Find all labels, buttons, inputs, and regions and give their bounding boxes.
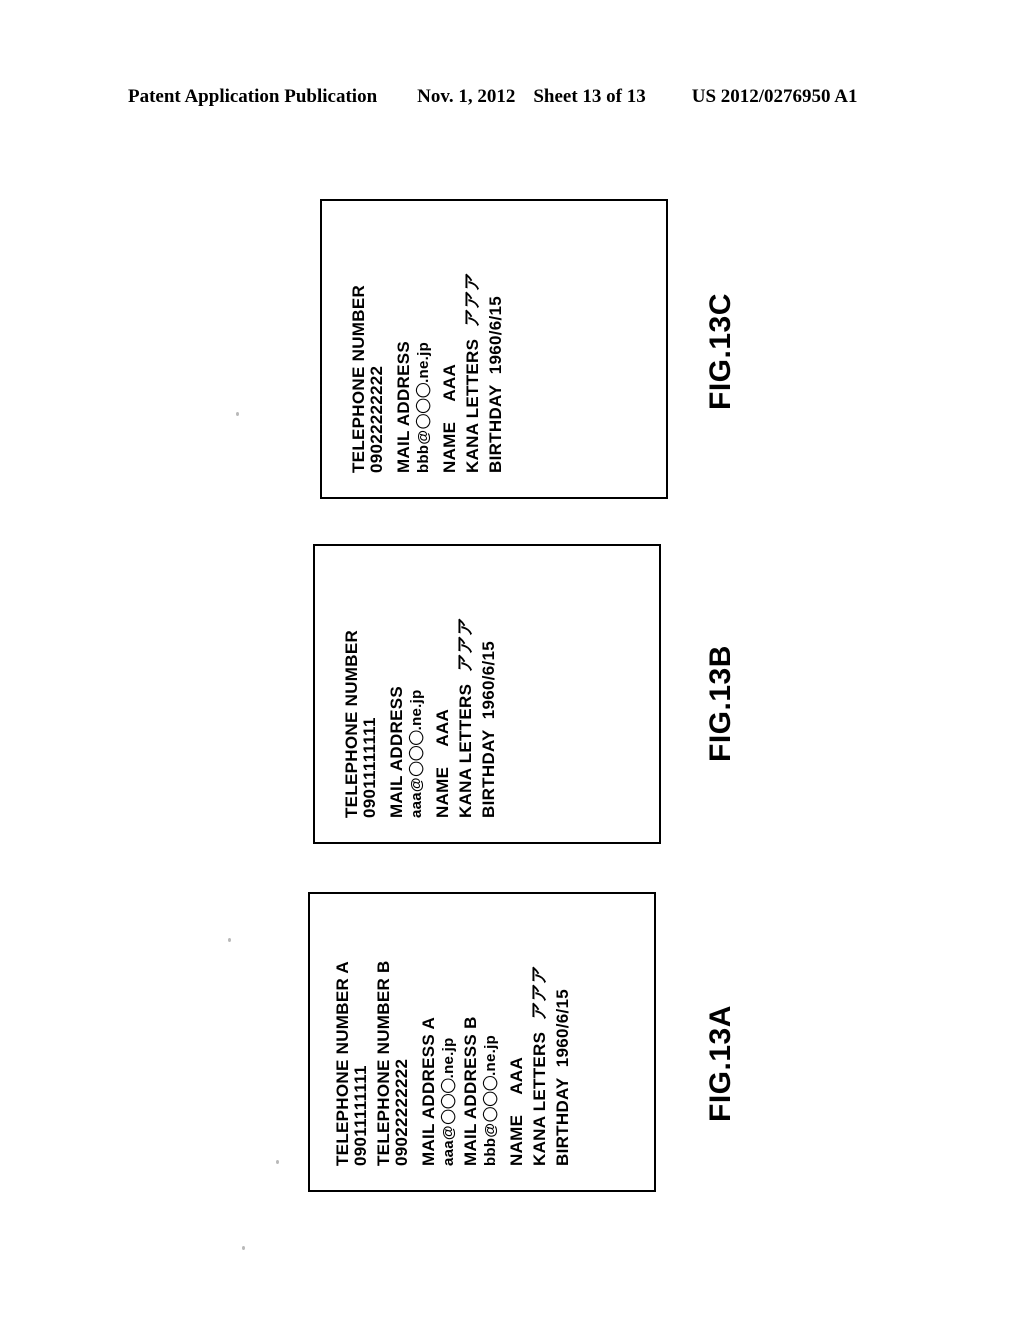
fig13c-birthday-spacer — [486, 374, 505, 384]
fig13b-kana-spacer — [456, 674, 475, 684]
fig13a-mail-a-circles: ○○○ — [436, 1078, 459, 1126]
fig13b-mail-domain: .ne.jp — [408, 689, 426, 731]
fig13c-mail-circles: ○○○ — [411, 382, 434, 430]
fig13b-telephone-label: TELEPHONE NUMBER — [342, 629, 361, 818]
scan-speck — [276, 1160, 279, 1164]
fig13b-mail-value: aaa@○○○.ne.jp — [404, 620, 427, 818]
scan-speck — [236, 412, 239, 416]
fig13b-birthday-label: BIRTHDAY — [479, 729, 499, 818]
fig13a-telephone-a-label: TELEPHONE NUMBER A — [333, 960, 352, 1166]
fig13b-kana-row: KANA LETTERS アアア — [456, 619, 476, 818]
fig13b-mail-user: aaa@ — [408, 777, 426, 818]
fig13a-kana-spacer — [530, 1022, 549, 1032]
fig13c-mail-value: bbb@○○○.ne.jp — [411, 275, 434, 473]
fig13b-name-label: NAME — [433, 766, 453, 818]
fig13b-kana-label: KANA LETTERS — [456, 683, 476, 818]
fig13a-mail-b-value: bbb@○○○.ne.jp — [478, 960, 501, 1166]
fig13a-name-row: NAME AAA — [507, 960, 527, 1166]
fig13a-birthday-label: BIRTHDAY — [553, 1077, 573, 1166]
header-publication-text: Patent Application Publication — [128, 86, 378, 107]
fig13c-name-row: NAME AAA — [440, 275, 460, 473]
fig13a-mail-b-domain: .ne.jp — [482, 1034, 500, 1076]
figure-caption-13a: FIG.13A — [704, 1005, 737, 1122]
fig13c-birthday-value: 1960/6/15 — [486, 295, 506, 375]
scan-speck — [228, 938, 231, 942]
figure-caption-13c: FIG.13C — [704, 293, 737, 410]
figure-13c-text-block: TELEPHONE NUMBER 09022222222 MAIL ADDRES… — [349, 274, 506, 473]
fig13a-telephone-b-label: TELEPHONE NUMBER B — [374, 960, 394, 1166]
fig13c-mail-user: bbb@ — [415, 429, 433, 473]
figure-13a-text-block: TELEPHONE NUMBER A 09011111111 TELEPHONE… — [333, 960, 573, 1166]
fig13a-mail-b-label: MAIL ADDRESS B — [461, 1016, 481, 1166]
fig13a-name-label: NAME — [507, 1114, 527, 1166]
fig13a-mail-a-label: MAIL ADDRESS A — [419, 1016, 439, 1166]
fig13b-birthday-value: 1960/6/15 — [479, 640, 499, 720]
fig13c-name-spacer — [440, 402, 459, 422]
fig13a-birthday-spacer — [553, 1067, 572, 1077]
fig13b-kana-value: アアア — [456, 619, 476, 674]
fig13a-mail-b-circles: ○○○ — [478, 1075, 501, 1123]
fig13b-birthday-row: BIRTHDAY 1960/6/15 — [479, 620, 499, 818]
figure-13b-text-block: TELEPHONE NUMBER 09011111111 MAIL ADDRES… — [342, 619, 499, 818]
header-sheet-text: Sheet 13 of 13 — [533, 86, 646, 107]
fig13c-telephone-label: TELEPHONE NUMBER — [349, 284, 368, 473]
fig13c-name-label: NAME — [440, 421, 460, 473]
fig13a-kana-row: KANA LETTERS アアア — [530, 960, 550, 1166]
fig13a-mail-b-user: bbb@ — [482, 1122, 500, 1166]
fig13c-birthday-row: BIRTHDAY 1960/6/15 — [486, 275, 506, 473]
fig13b-birthday-spacer — [479, 719, 498, 729]
fig13b-telephone-value: 09011111111 — [360, 717, 380, 818]
figure-box-13b: TELEPHONE NUMBER 09011111111 MAIL ADDRES… — [313, 544, 661, 844]
fig13c-telephone-value: 09022222222 — [367, 365, 387, 473]
fig13c-birthday-label: BIRTHDAY — [486, 384, 506, 473]
figure-caption-13b: FIG.13B — [704, 645, 737, 762]
fig13c-kana-label: KANA LETTERS — [463, 338, 483, 473]
fig13b-mail-circles: ○○○ — [404, 730, 427, 778]
fig13c-kana-row: KANA LETTERS アアア — [463, 274, 483, 473]
fig13c-mail-domain: .ne.jp — [415, 341, 433, 383]
fig13a-kana-value: アアア — [530, 967, 550, 1022]
fig13a-name-value: AAA — [507, 1056, 527, 1095]
figure-box-13c: TELEPHONE NUMBER 09022222222 MAIL ADDRES… — [320, 199, 668, 499]
fig13a-mail-a-user: aaa@ — [440, 1125, 458, 1166]
fig13a-mail-a-value: aaa@○○○.ne.jp — [436, 960, 459, 1166]
fig13a-telephone-b-value: 09022222222 — [392, 1058, 412, 1166]
fig13a-birthday-row: BIRTHDAY 1960/6/15 — [553, 960, 573, 1166]
fig13a-name-spacer — [507, 1095, 526, 1115]
fig13c-kana-spacer — [463, 329, 482, 339]
fig13c-kana-value: アアア — [463, 274, 483, 329]
sheet-header: Patent Application Publication Nov. 1, 2… — [128, 86, 896, 112]
header-publication-number-text: US 2012/0276950 A1 — [691, 86, 858, 107]
fig13a-birthday-value: 1960/6/15 — [553, 988, 573, 1068]
fig13b-name-row: NAME AAA — [433, 620, 453, 818]
fig13a-telephone-a-value: 09011111111 — [351, 1065, 371, 1166]
header-date-text: Nov. 1, 2012 — [417, 86, 516, 107]
fig13b-name-value: AAA — [433, 708, 453, 747]
fig13b-name-spacer — [433, 747, 452, 767]
fig13a-kana-label: KANA LETTERS — [530, 1031, 550, 1166]
fig13a-mail-a-domain: .ne.jp — [440, 1037, 458, 1079]
figure-box-13a: TELEPHONE NUMBER A 09011111111 TELEPHONE… — [308, 892, 656, 1192]
fig13b-mail-label: MAIL ADDRESS — [387, 685, 407, 818]
fig13c-mail-label: MAIL ADDRESS — [394, 340, 414, 473]
fig13c-name-value: AAA — [440, 363, 460, 402]
scan-speck — [242, 1246, 245, 1250]
